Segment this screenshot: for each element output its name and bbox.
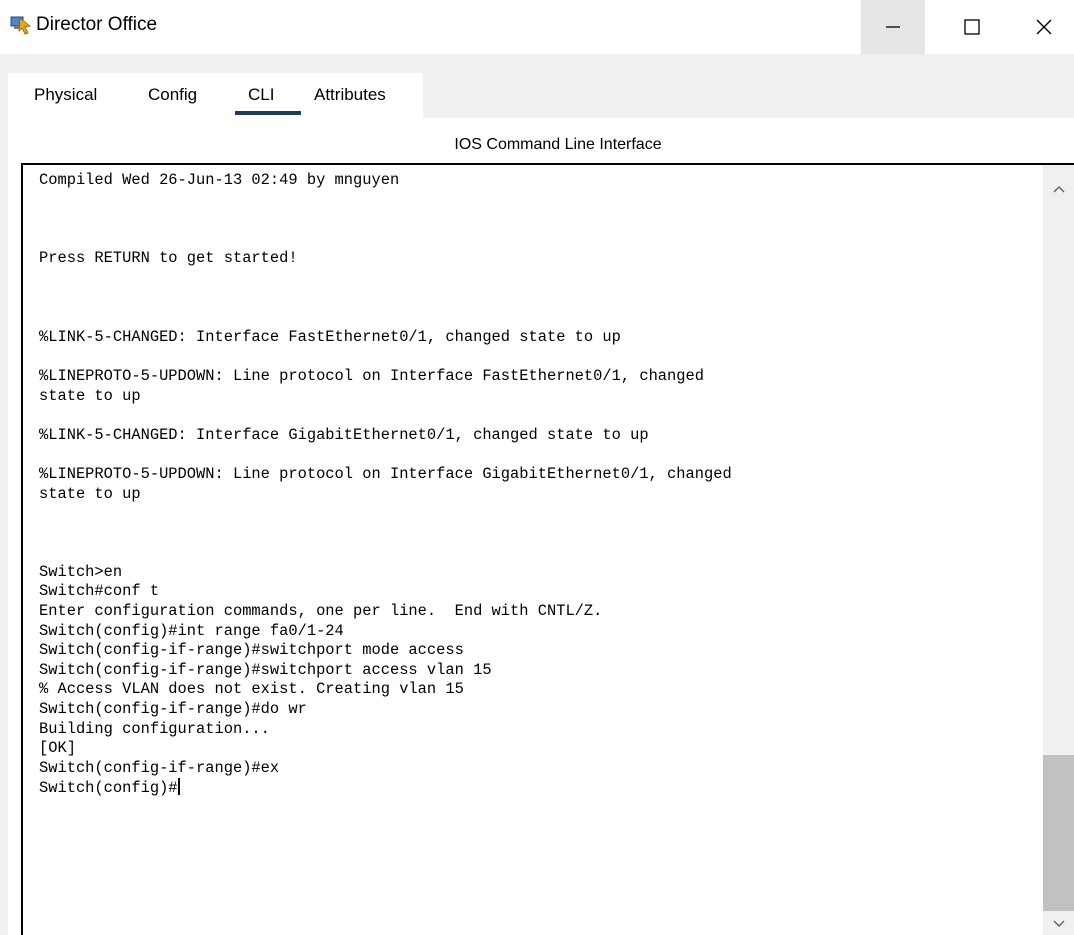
- scroll-up-arrow-icon: [1053, 186, 1064, 193]
- terminal-line: [OK]: [39, 739, 76, 758]
- scroll-down-button[interactable]: [1043, 913, 1074, 935]
- terminal-line: % Access VLAN does not exist. Creating v…: [39, 680, 464, 699]
- tab-config[interactable]: Config: [148, 85, 197, 105]
- terminal-output[interactable]: Compiled Wed 26-Jun-13 02:49 by mnguyen …: [39, 171, 732, 799]
- active-tab-indicator: [235, 111, 301, 115]
- terminal-line: %LINK-5-CHANGED: Interface GigabitEthern…: [39, 425, 649, 444]
- scroll-down-arrow-icon: [1053, 920, 1064, 927]
- terminal-line: %LINEPROTO-5-UPDOWN: Line protocol on In…: [39, 366, 704, 385]
- window: Director Office Physical Config CLI Attr…: [0, 0, 1074, 935]
- terminal-line: %LINEPROTO-5-UPDOWN: Line protocol on In…: [39, 464, 732, 483]
- tab-physical[interactable]: Physical: [34, 85, 97, 105]
- terminal-line: state to up: [39, 386, 141, 405]
- packet-tracer-pc-icon: [10, 16, 31, 35]
- terminal-line: Building configuration...: [39, 719, 270, 738]
- cli-terminal[interactable]: Compiled Wed 26-Jun-13 02:49 by mnguyen …: [21, 163, 1074, 935]
- close-icon: [1036, 19, 1052, 35]
- terminal-line: Switch(config-if-range)#switchport mode …: [39, 641, 464, 660]
- maximize-button[interactable]: [940, 0, 1004, 54]
- minimize-icon: [886, 26, 900, 28]
- title-bar[interactable]: Director Office: [0, 0, 1074, 54]
- text-cursor: [177, 778, 180, 796]
- terminal-line: Compiled Wed 26-Jun-13 02:49 by mnguyen: [39, 171, 400, 189]
- terminal-line: %LINK-5-CHANGED: Interface FastEthernet0…: [39, 327, 621, 346]
- terminal-line: state to up: [39, 484, 141, 503]
- terminal-line: Press RETURN to get started!: [39, 249, 298, 268]
- vertical-scrollbar[interactable]: [1043, 165, 1074, 935]
- tab-cli[interactable]: CLI: [248, 85, 274, 105]
- terminal-prompt: Switch(config)#: [39, 779, 178, 798]
- maximize-icon: [964, 19, 980, 35]
- minimize-button[interactable]: [861, 0, 925, 54]
- tab-strip: Physical Config CLI Attributes: [8, 73, 423, 118]
- window-title: Director Office: [36, 14, 158, 35]
- tab-attributes[interactable]: Attributes: [314, 85, 386, 105]
- terminal-line: Enter configuration commands, one per li…: [39, 602, 603, 621]
- terminal-line: Switch(config-if-range)#do wr: [39, 700, 307, 719]
- terminal-line: Switch#conf t: [39, 582, 160, 601]
- terminal-line: Switch(config-if-range)#ex: [39, 758, 280, 777]
- close-button[interactable]: [1034, 0, 1074, 54]
- terminal-line: Switch>en: [39, 562, 123, 581]
- terminal-line: Switch(config)#int range fa0/1-24: [39, 621, 344, 640]
- tab-bar: Physical Config CLI Attributes: [8, 73, 1074, 118]
- scroll-thumb[interactable]: [1043, 755, 1074, 911]
- cli-header: IOS Command Line Interface: [454, 136, 662, 153]
- scroll-up-button[interactable]: [1043, 179, 1074, 199]
- terminal-line: Switch(config-if-range)#switchport acces…: [39, 660, 492, 679]
